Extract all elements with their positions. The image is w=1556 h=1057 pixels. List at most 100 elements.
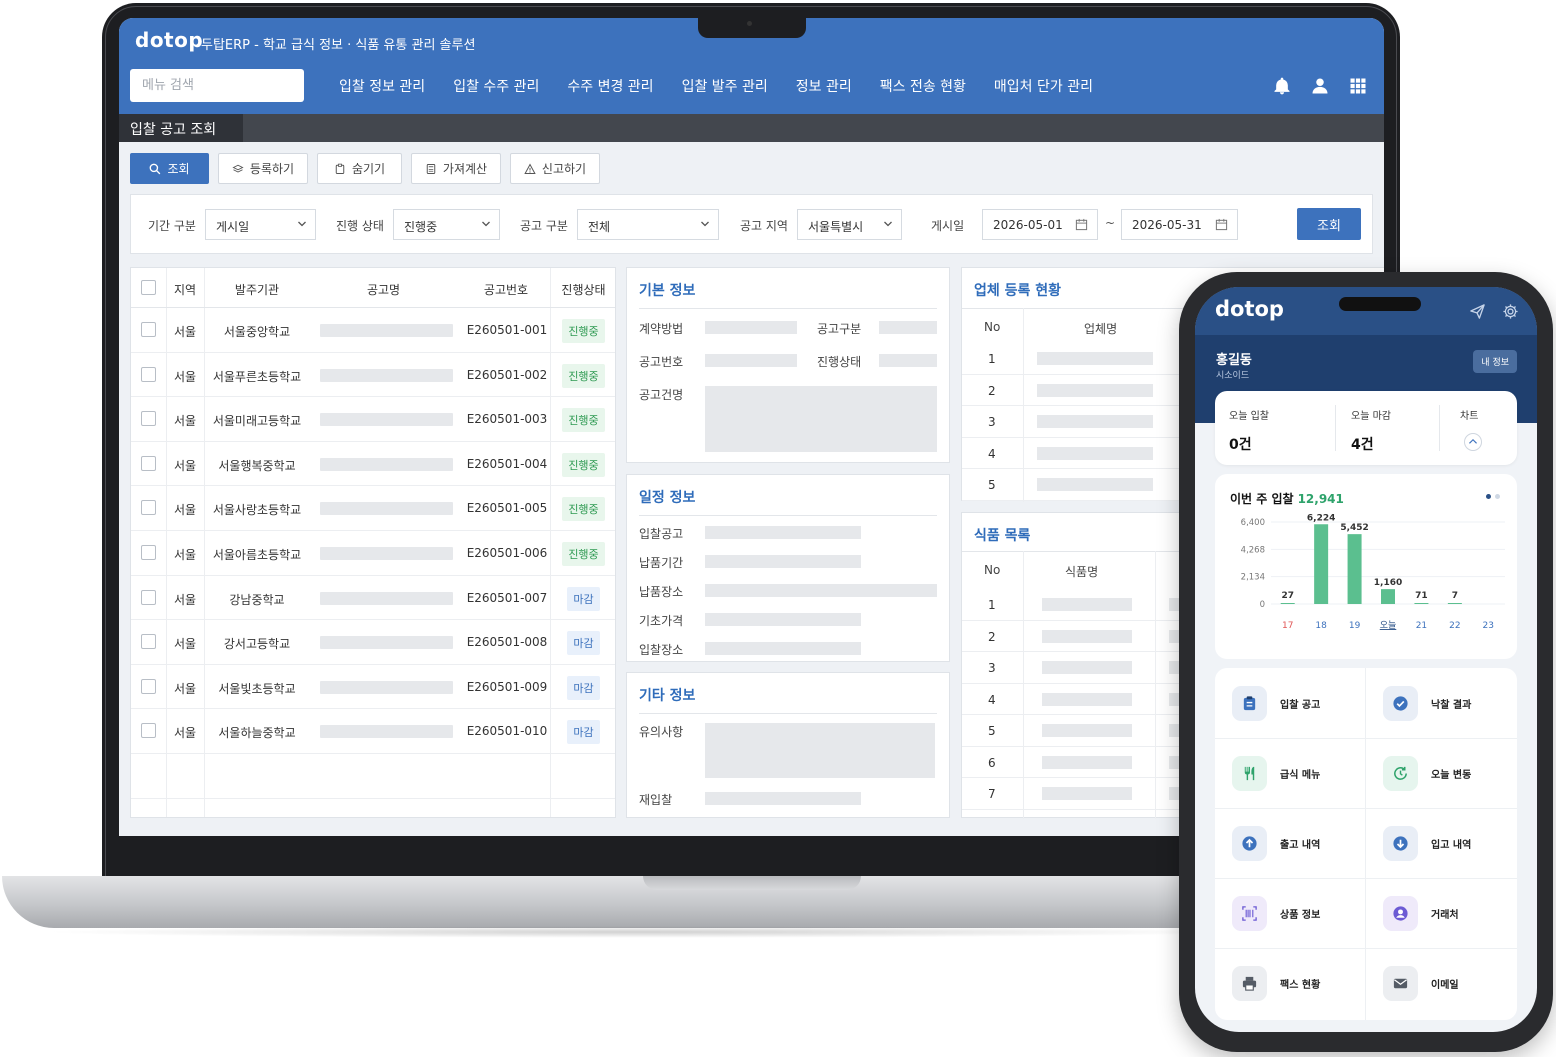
- status-badge: 마감: [567, 720, 600, 745]
- nav-bid-purchase[interactable]: 입찰 발주 관리: [682, 76, 768, 96]
- date-from-input[interactable]: 2026-05-01: [982, 209, 1098, 240]
- row-checkbox[interactable]: [141, 589, 156, 605]
- user-icon[interactable]: [1310, 76, 1330, 96]
- my-info-button[interactable]: 내 정보: [1473, 350, 1517, 373]
- col-notice-no[interactable]: 공고번호: [461, 281, 551, 298]
- chart-bar[interactable]: [1414, 603, 1429, 604]
- menu-email-label: 이메일: [1431, 979, 1459, 991]
- period-select[interactable]: 게시일: [205, 209, 316, 240]
- col-notice-name[interactable]: 공고명: [316, 281, 451, 298]
- laptop-groove: [643, 876, 861, 890]
- settings-gear-icon[interactable]: [1502, 303, 1519, 320]
- chevron-up-icon[interactable]: [1464, 433, 1482, 451]
- chart-bar[interactable]: [1280, 603, 1295, 604]
- bell-icon[interactable]: [1272, 76, 1292, 96]
- menu-outbound[interactable]: 출고 내역: [1215, 808, 1366, 878]
- schedule-label-delivery-place: 납품장소: [639, 585, 684, 599]
- date-to-input[interactable]: 2026-05-31: [1121, 209, 1238, 240]
- menu-meal[interactable]: 급식 메뉴: [1215, 738, 1366, 808]
- type-select[interactable]: 전체: [577, 209, 719, 240]
- region-select[interactable]: 서울특별시: [797, 209, 902, 240]
- import-calc-button[interactable]: 가져계산: [411, 153, 501, 184]
- col-org[interactable]: 발주기관: [204, 281, 310, 298]
- user-circle-icon: [1393, 905, 1408, 921]
- nav-bid-info[interactable]: 입찰 정보 관리: [339, 76, 425, 96]
- chart-bar[interactable]: [1314, 524, 1329, 604]
- layers-icon: [232, 164, 244, 173]
- row-checkbox[interactable]: [141, 634, 156, 650]
- row-checkbox[interactable]: [141, 678, 156, 694]
- chart-bar[interactable]: [1347, 534, 1362, 604]
- food-title: 식품 목록: [974, 528, 1031, 544]
- row-checkbox[interactable]: [141, 723, 156, 739]
- table-row[interactable]: 서울 서울사랑초등학교 E260501-005 진행중: [131, 486, 615, 531]
- chart-x-tick: 오늘: [1380, 620, 1397, 631]
- chart-value-label: 1,160: [1374, 578, 1402, 588]
- row-checkbox[interactable]: [141, 455, 156, 471]
- notice-name-textarea[interactable]: [705, 386, 937, 452]
- row-checkbox[interactable]: [141, 545, 156, 560]
- vendor-row-name: [1037, 415, 1153, 428]
- phone-brand[interactable]: dotop: [1215, 297, 1284, 321]
- notice-name-label: 공고건명: [639, 388, 684, 402]
- report-button[interactable]: 신고하기: [510, 153, 600, 184]
- status-badge: 마감: [567, 631, 600, 656]
- table-row[interactable]: 서울 서울빛초등학교 E260501-009 마감: [131, 665, 615, 710]
- send-icon[interactable]: [1469, 303, 1486, 320]
- search-button[interactable]: 조회: [130, 153, 209, 184]
- row-org: 서울하늘중학교: [218, 726, 296, 741]
- menu-inbound[interactable]: 입고 내역: [1366, 808, 1517, 878]
- row-notice-name: [320, 324, 453, 337]
- nav-fax-status[interactable]: 팩스 전송 현황: [880, 76, 966, 96]
- filter-search-button[interactable]: 조회: [1297, 208, 1361, 240]
- row-checkbox[interactable]: [141, 411, 156, 427]
- chart-bar[interactable]: [1447, 603, 1462, 604]
- menu-partner[interactable]: 거래처: [1366, 878, 1517, 948]
- nav-supplier-price[interactable]: 매입처 단가 관리: [994, 76, 1093, 96]
- table-row[interactable]: 서울 강남중학교 E260501-007 마감: [131, 576, 615, 621]
- table-row[interactable]: 서울 서울미래고등학교 E260501-003 진행중: [131, 397, 615, 442]
- menu-fax-status[interactable]: 팩스 현황: [1215, 948, 1366, 1018]
- apps-grid-icon[interactable]: [1348, 76, 1368, 96]
- status-select[interactable]: 진행중: [393, 209, 500, 240]
- vendor-col-no: No: [984, 320, 1001, 334]
- table-row[interactable]: 서울 서울중앙학교 E260501-001 진행중: [131, 308, 615, 353]
- col-status[interactable]: 진행상태: [550, 281, 615, 298]
- brand-logo[interactable]: dotop: [135, 28, 203, 52]
- food-col-no: No: [984, 563, 1001, 577]
- calendar-icon: [1215, 218, 1228, 231]
- schedule-value-delivery-period: [705, 555, 861, 568]
- row-checkbox[interactable]: [141, 500, 156, 516]
- menu-search-input[interactable]: [130, 69, 304, 102]
- today-close-stat[interactable]: 오늘 마감 4건: [1351, 407, 1391, 454]
- menu-bid-notice[interactable]: 입찰 공고: [1215, 668, 1366, 738]
- today-bid-label: 오늘 입찰: [1229, 411, 1269, 422]
- menu-today-change[interactable]: 오늘 변동: [1366, 738, 1517, 808]
- menu-award-result-label: 낙찰 결과: [1431, 699, 1472, 711]
- food-row-name: [1042, 692, 1132, 706]
- menu-email[interactable]: 이메일: [1366, 948, 1517, 1018]
- table-row[interactable]: 서울 강서고등학교 E260501-008 마감: [131, 620, 615, 665]
- table-row[interactable]: 서울 서울하늘중학교 E260501-010 마감: [131, 709, 615, 754]
- row-notice-name: [320, 413, 453, 427]
- vendor-row-no: 1: [988, 352, 996, 366]
- select-all-checkbox[interactable]: [141, 280, 156, 295]
- hide-button-label: 숨기기: [351, 162, 386, 176]
- nav-bid-orders[interactable]: 입찰 수주 관리: [453, 76, 539, 96]
- table-row[interactable]: 서울 서울아름초등학교 E260501-006 진행중: [131, 531, 615, 576]
- notes-textarea[interactable]: [705, 723, 935, 778]
- register-button[interactable]: 등록하기: [218, 153, 308, 184]
- today-bid-stat[interactable]: 오늘 입찰 0건: [1229, 407, 1269, 454]
- row-checkbox[interactable]: [141, 366, 156, 382]
- menu-product-info[interactable]: 상품 정보: [1215, 878, 1366, 948]
- hide-button[interactable]: 숨기기: [317, 153, 402, 184]
- chart-bar[interactable]: [1381, 589, 1395, 604]
- nav-order-changes[interactable]: 수주 변경 관리: [567, 76, 653, 96]
- row-checkbox[interactable]: [141, 322, 156, 337]
- laptop-notch: [698, 16, 806, 38]
- nav-info-manage[interactable]: 정보 관리: [796, 76, 852, 96]
- col-region[interactable]: 지역: [166, 281, 204, 298]
- table-row[interactable]: 서울 서울푸른초등학교 E260501-002 진행중: [131, 353, 615, 398]
- menu-award-result[interactable]: 낙찰 결과: [1366, 668, 1517, 738]
- table-row[interactable]: 서울 서울행복중학교 E260501-004 진행중: [131, 442, 615, 487]
